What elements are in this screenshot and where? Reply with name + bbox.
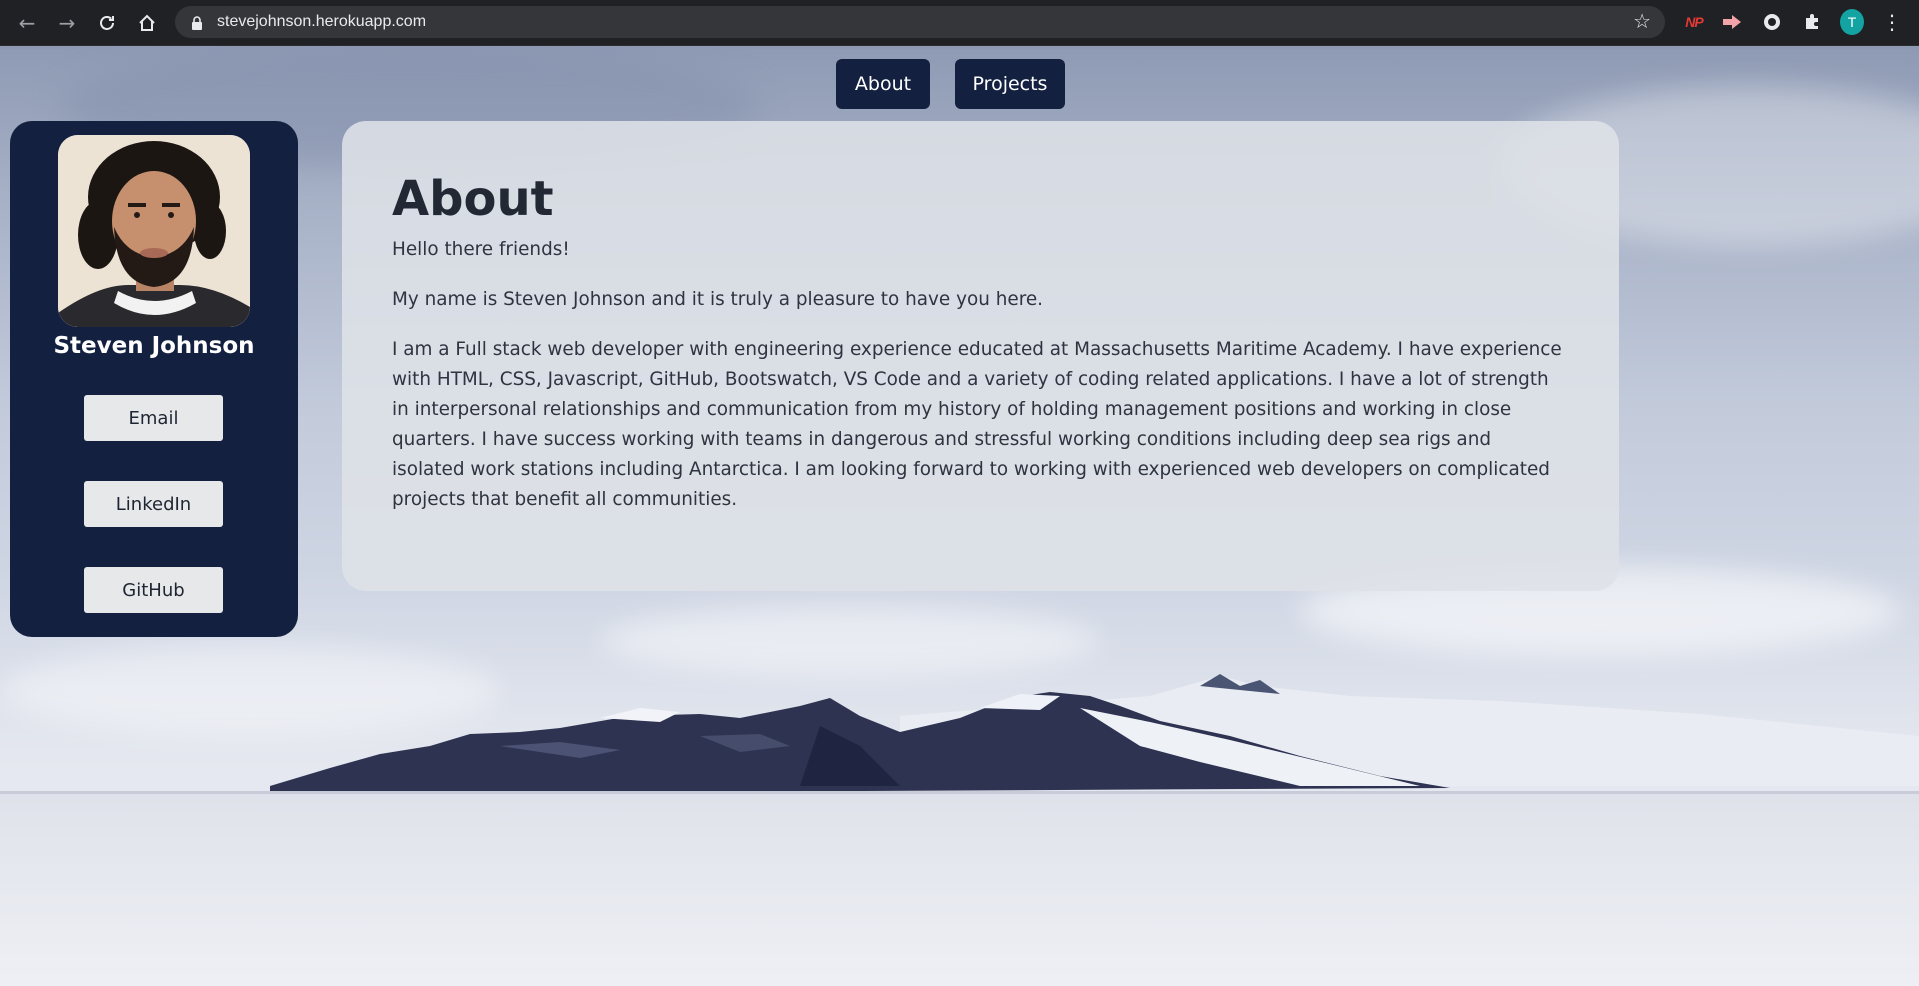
profile-sidebar: Steven Johnson Email LinkedIn GitHub xyxy=(10,121,298,637)
lock-icon xyxy=(191,15,203,34)
address-bar[interactable]: stevejohnson.herokuapp.com ☆ xyxy=(175,6,1665,38)
linkedin-button[interactable]: LinkedIn xyxy=(84,481,223,527)
github-button[interactable]: GitHub xyxy=(84,567,223,613)
bookmark-star-icon[interactable]: ☆ xyxy=(1633,9,1651,33)
about-card: About Hello there friends! My name is St… xyxy=(342,121,1619,591)
arrow-extension-icon[interactable] xyxy=(1720,10,1744,34)
browser-toolbar: ← → stevejohnson.herokuapp.com ☆ NP T ⋮ xyxy=(0,0,1919,46)
home-icon[interactable] xyxy=(134,10,160,36)
forward-icon[interactable]: → xyxy=(54,10,80,36)
about-intro: My name is Steven Johnson and it is trul… xyxy=(392,289,1044,310)
np-extension-icon[interactable]: NP xyxy=(1682,10,1706,34)
about-bio: I am a Full stack web developer with eng… xyxy=(392,339,1562,510)
puzzle-extensions-icon[interactable] xyxy=(1800,10,1824,34)
reload-icon[interactable] xyxy=(94,10,120,36)
about-greeting: Hello there friends! xyxy=(392,239,570,260)
profile-name: Steven Johnson xyxy=(53,333,255,359)
back-icon[interactable]: ← xyxy=(14,10,40,36)
profile-avatar[interactable]: T xyxy=(1840,9,1864,35)
projects-nav-button[interactable]: Projects xyxy=(955,59,1065,109)
email-button[interactable]: Email xyxy=(84,395,223,441)
about-nav-button[interactable]: About xyxy=(836,59,930,109)
profile-photo xyxy=(58,135,250,327)
menu-kebab-icon[interactable]: ⋮ xyxy=(1880,10,1904,34)
about-heading: About xyxy=(392,171,554,227)
url-text: stevejohnson.herokuapp.com xyxy=(217,13,427,30)
circle-extension-icon[interactable] xyxy=(1760,10,1784,34)
